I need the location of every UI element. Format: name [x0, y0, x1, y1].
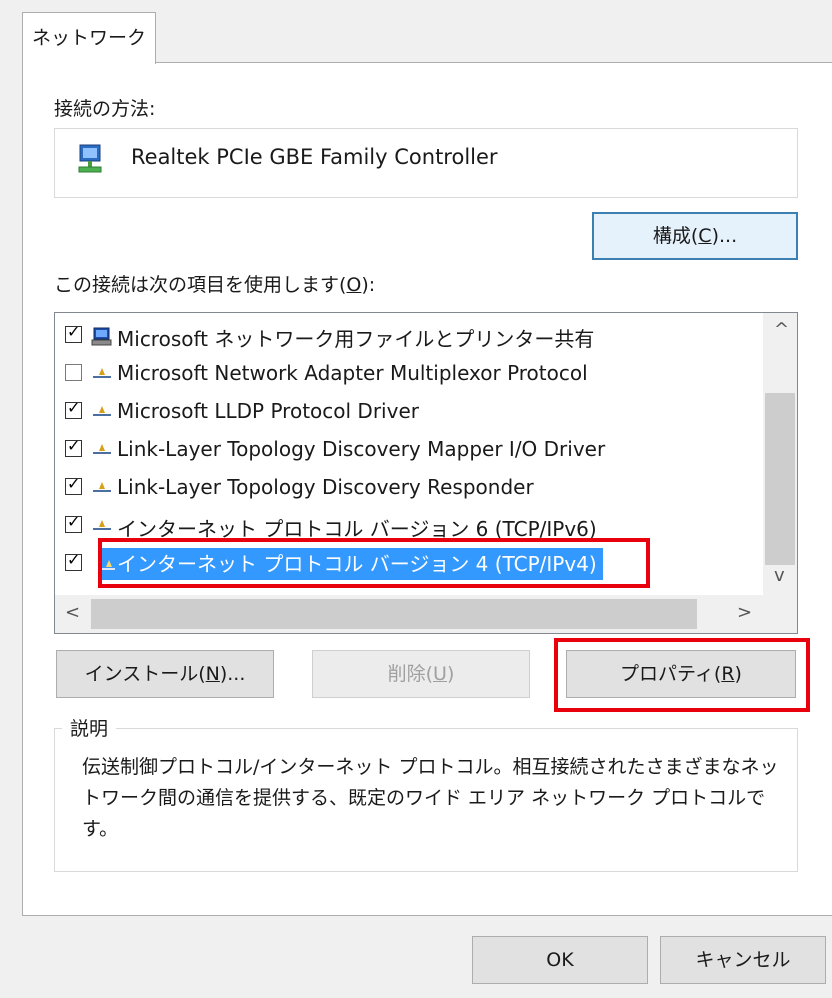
protocol-icon	[93, 482, 111, 492]
uninstall-button[interactable]: 削除(U)	[312, 650, 530, 698]
horizontal-scroll-thumb[interactable]	[91, 599, 697, 629]
checkbox[interactable]: ✓	[65, 322, 82, 343]
highlight-box-ipv4	[98, 538, 650, 588]
horizontal-scrollbar[interactable]: < >	[55, 595, 797, 633]
connect-using-label: 接続の方法:	[54, 98, 156, 120]
cancel-button[interactable]: キャンセル	[660, 936, 826, 984]
ok-button[interactable]: OK	[472, 936, 648, 984]
list-item-label: Link-Layer Topology Discovery Mapper I/O…	[117, 437, 606, 461]
vertical-scrollbar[interactable]: ^ v	[763, 313, 797, 595]
uninstall-button-suffix: )	[446, 663, 455, 685]
adapter-box: Realtek PCIe GBE Family Controller	[54, 128, 798, 198]
configure-button-suffix: )...	[711, 225, 738, 247]
network-adapter-icon	[78, 144, 102, 173]
uninstall-button-key: U	[433, 663, 447, 685]
checkbox[interactable]: ✓	[65, 436, 82, 457]
install-button-suffix: )...	[219, 663, 246, 685]
list-item-file-printer-sharing[interactable]: ✓ Microsoft ネットワーク用ファイルとプリンター共有	[55, 317, 757, 355]
scroll-up-icon[interactable]: ^	[774, 319, 789, 340]
items-label-key: O	[346, 274, 362, 296]
description-text: 伝送制御プロトコル/インターネット プロトコル。相互接続されたさまざまなネットワ…	[82, 756, 779, 840]
configure-button-key: C	[698, 225, 712, 247]
scroll-left-icon[interactable]: <	[65, 602, 80, 623]
install-button[interactable]: インストール(N)...	[56, 650, 274, 698]
checkbox[interactable]: ✓	[65, 512, 82, 533]
checkbox[interactable]: ✓	[65, 550, 82, 571]
protocol-icon	[93, 406, 111, 416]
install-button-text: インストール(	[84, 663, 206, 685]
protocol-icon	[93, 368, 111, 378]
list-item-label: Link-Layer Topology Discovery Responder	[117, 475, 534, 499]
items-label: この接続は次の項目を使用します(O):	[54, 270, 375, 297]
protocol-icon	[93, 444, 111, 454]
configure-button[interactable]: 構成(C)...	[592, 212, 798, 260]
list-item-label: Microsoft LLDP Protocol Driver	[117, 399, 419, 423]
checkbox[interactable]: ✓	[65, 474, 82, 495]
scroll-down-icon[interactable]: v	[774, 565, 785, 586]
items-label-prefix: この接続は次の項目を使用します(	[54, 274, 347, 296]
adapter-name: Realtek PCIe GBE Family Controller	[131, 145, 498, 169]
configure-button-text: 構成(	[652, 225, 699, 247]
highlight-box-properties	[554, 638, 810, 712]
checkbox[interactable]: ✓	[65, 398, 82, 419]
protocol-icon	[93, 520, 111, 530]
list-item-label: Microsoft Network Adapter Multiplexor Pr…	[117, 361, 588, 385]
vertical-scroll-thumb[interactable]	[765, 393, 795, 565]
list-item-lldp[interactable]: ✓ Microsoft LLDP Protocol Driver	[55, 393, 757, 431]
description-title: 説明	[62, 714, 117, 741]
list-item-lltd-mapper[interactable]: ✓ Link-Layer Topology Discovery Mapper I…	[55, 431, 757, 469]
network-share-icon	[91, 327, 112, 346]
scroll-right-icon[interactable]: >	[737, 602, 752, 623]
list-item-lltd-responder[interactable]: ✓ Link-Layer Topology Discovery Responde…	[55, 469, 757, 507]
list-item-label: Microsoft ネットワーク用ファイルとプリンター共有	[117, 327, 595, 351]
list-item-multiplexor[interactable]: Microsoft Network Adapter Multiplexor Pr…	[55, 355, 757, 393]
uninstall-button-text: 削除(	[387, 663, 434, 685]
checkbox[interactable]	[65, 364, 82, 381]
install-button-key: N	[205, 663, 220, 685]
tab-network[interactable]: ネットワーク	[22, 12, 156, 64]
items-label-suffix: ):	[361, 274, 376, 296]
